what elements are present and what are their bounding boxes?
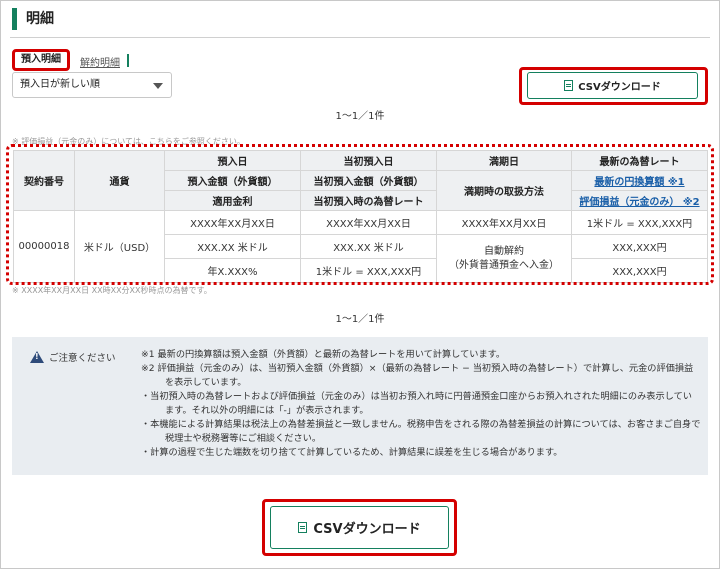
- csv-download-label: CSVダウンロード: [578, 82, 661, 93]
- pager-count-top: 1〜1／1件: [335, 111, 385, 122]
- tab-cancellation-details[interactable]: 解約明細: [80, 54, 120, 69]
- caution-item: ・計算の過程で生じた端数を切り捨てて計算しているため、計算結果に誤差を生じる場合…: [141, 447, 563, 458]
- table-highlight: [6, 144, 714, 285]
- sort-order-select[interactable]: 預入日が新しい順: [12, 72, 172, 98]
- caution-label: ご注意ください: [49, 353, 116, 364]
- tab-deposit-details[interactable]: 預入明細: [12, 49, 70, 71]
- csv-file-icon: [564, 80, 574, 91]
- csv-file-icon: [298, 522, 308, 533]
- caution-item: ※1 最新の円換算額は預入金額（外貨額）と最新の為替レートを用いて計算しています…: [141, 349, 506, 360]
- page-title: 明細: [12, 8, 54, 30]
- chevron-down-icon: [153, 83, 163, 89]
- tab-separator: [127, 54, 129, 67]
- pager-count-bottom: 1〜1／1件: [335, 314, 385, 325]
- caution-box: ご注意ください ※1 最新の円換算額は預入金額（外貨額）と最新の為替レートを用い…: [12, 337, 708, 475]
- caution-item: ・当初預入時の為替レートおよび評価損益（元金のみ）は当初お預入れ時に円普通預金口…: [141, 391, 692, 416]
- note-below-table: ※ XXXX年XX月XX日 XX時XX分XX秒時点の為替です。: [12, 286, 212, 295]
- caution-heading: ご注意ください: [30, 350, 116, 364]
- csv-download-button-top[interactable]: CSVダウンロード: [527, 72, 698, 99]
- sort-order-value: 預入日が新しい順: [20, 79, 100, 90]
- caution-list: ※1 最新の円換算額は預入金額（外貨額）と最新の為替レートを用いて計算しています…: [141, 348, 701, 460]
- title-divider: [10, 37, 710, 38]
- csv-download-button-bottom[interactable]: CSVダウンロード: [270, 506, 449, 549]
- csv-download-label: CSVダウンロード: [313, 522, 421, 537]
- caution-item: ※2 評価損益（元金のみ）は、当初預入金額（外貨額）×（最新の為替レート − 当…: [141, 363, 694, 388]
- caution-item: ・本機能による計算結果は税法上の為替差損益と一致しません。税務申告をされる際の為…: [141, 419, 701, 444]
- warning-icon: [30, 351, 44, 363]
